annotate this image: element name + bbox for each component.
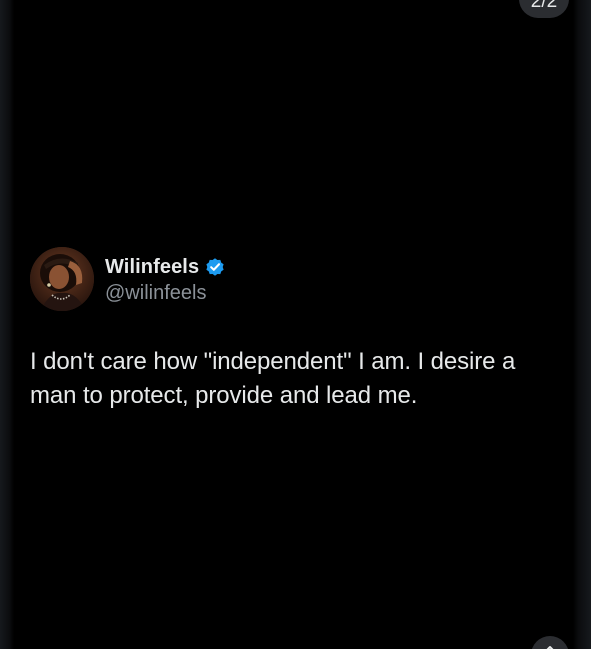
bottom-action-button[interactable] [531,636,569,649]
avatar-image [30,247,94,311]
page-counter-label: 2/2 [530,0,558,12]
tweet-text: I don't care how "independent" I am. I d… [30,348,516,409]
right-edge-shadow [573,0,591,649]
left-edge-shadow [0,0,14,649]
name-row: Wilinfeels [105,253,226,281]
display-name[interactable]: Wilinfeels [105,256,199,279]
image-viewer: 2/2 Wilinfeels @wilinfeels I don't care … [0,0,591,649]
user-info: Wilinfeels @wilinfeels [105,253,226,305]
verified-badge-icon [204,256,226,278]
tweet-header: Wilinfeels @wilinfeels [30,247,226,311]
avatar[interactable] [30,247,94,311]
chevron-up-icon [546,646,554,649]
page-counter: 2/2 [519,0,569,18]
user-handle[interactable]: @wilinfeels [105,282,226,305]
